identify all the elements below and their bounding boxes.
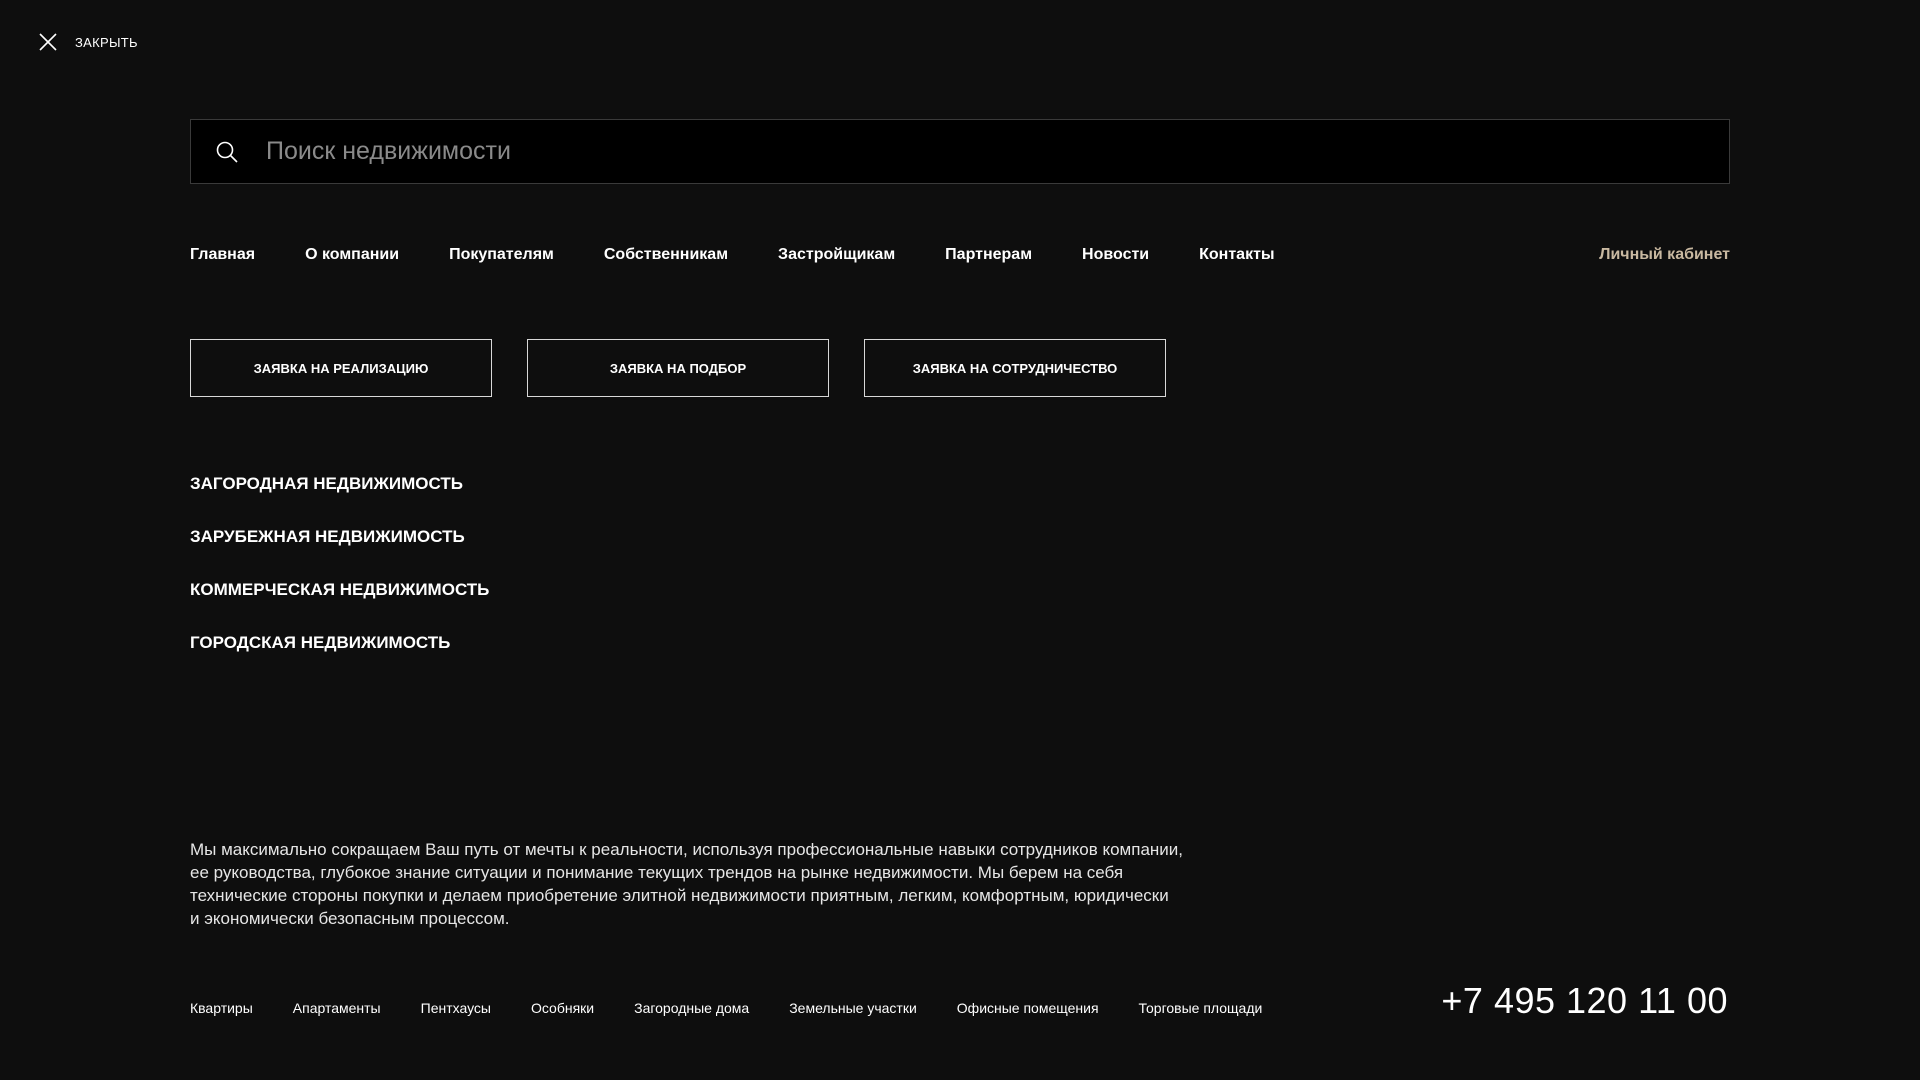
footer-link-retail[interactable]: Торговые площади [1139, 1000, 1263, 1016]
about-line: и экономически безопасным процессом. [190, 909, 510, 928]
selection-request-button[interactable]: ЗАЯВКА НА ПОДБОР [527, 339, 829, 397]
category-city[interactable]: ГОРОДСКАЯ НЕДВИЖИМОСТЬ [190, 633, 489, 686]
footer-link-land[interactable]: Земельные участки [789, 1000, 917, 1016]
about-line: Мы максимально сокращаем Ваш путь от меч… [190, 840, 1183, 859]
about-line: ее руководства, глубокое знание ситуации… [190, 863, 1124, 882]
category-commercial[interactable]: КОММЕРЧЕСКАЯ НЕДВИЖИМОСТЬ [190, 580, 489, 633]
about-line: технические стороны покупки и делаем при… [190, 886, 1169, 905]
footer-link-country-houses[interactable]: Загородные дома [634, 1000, 749, 1016]
footer-links: Квартиры Апартаменты Пентхаусы Особняки … [190, 1000, 1302, 1016]
category-country[interactable]: ЗАГОРОДНАЯ НЕДВИЖИМОСТЬ [190, 474, 489, 527]
phone-number[interactable]: +7 495 120 11 00 [1441, 980, 1728, 1022]
footer-link-apartments[interactable]: Квартиры [190, 1000, 253, 1016]
search-bar [190, 119, 1730, 184]
footer-link-penthouses[interactable]: Пентхаусы [421, 1000, 491, 1016]
nav-item-contacts[interactable]: Контакты [1199, 246, 1274, 264]
footer-link-mansions[interactable]: Особняки [531, 1000, 594, 1016]
search-icon[interactable] [215, 140, 239, 164]
sale-request-button[interactable]: ЗАЯВКА НА РЕАЛИЗАЦИЮ [190, 339, 492, 397]
nav-item-owners[interactable]: Собственникам [604, 246, 728, 264]
nav-item-buyers[interactable]: Покупателям [449, 246, 554, 264]
footer-link-aparts[interactable]: Апартаменты [293, 1000, 381, 1016]
search-input[interactable] [264, 120, 1729, 183]
category-foreign[interactable]: ЗАРУБЕЖНАЯ НЕДВИЖИМОСТЬ [190, 527, 489, 580]
about-text: Мы максимально сокращаем Ваш путь от меч… [190, 838, 1290, 930]
close-icon [39, 33, 57, 51]
nav-item-home[interactable]: Главная [190, 246, 255, 264]
nav-item-news[interactable]: Новости [1082, 246, 1149, 264]
nav-item-partners[interactable]: Партнерам [945, 246, 1032, 264]
main-nav: Главная О компании Покупателям Собственн… [190, 246, 1325, 264]
cooperation-request-button[interactable]: ЗАЯВКА НА СОТРУДНИЧЕСТВО [864, 339, 1166, 397]
request-buttons: ЗАЯВКА НА РЕАЛИЗАЦИЮ ЗАЯВКА НА ПОДБОР ЗА… [190, 339, 1201, 397]
nav-item-developers[interactable]: Застройщикам [778, 246, 895, 264]
personal-account-link[interactable]: Личный кабинет [1599, 246, 1730, 264]
nav-item-about[interactable]: О компании [305, 246, 399, 264]
footer-link-offices[interactable]: Офисные помещения [957, 1000, 1099, 1016]
close-button[interactable]: ЗАКРЫТЬ [38, 32, 138, 52]
close-label: ЗАКРЫТЬ [75, 34, 138, 50]
property-categories: ЗАГОРОДНАЯ НЕДВИЖИМОСТЬ ЗАРУБЕЖНАЯ НЕДВИ… [190, 474, 489, 686]
